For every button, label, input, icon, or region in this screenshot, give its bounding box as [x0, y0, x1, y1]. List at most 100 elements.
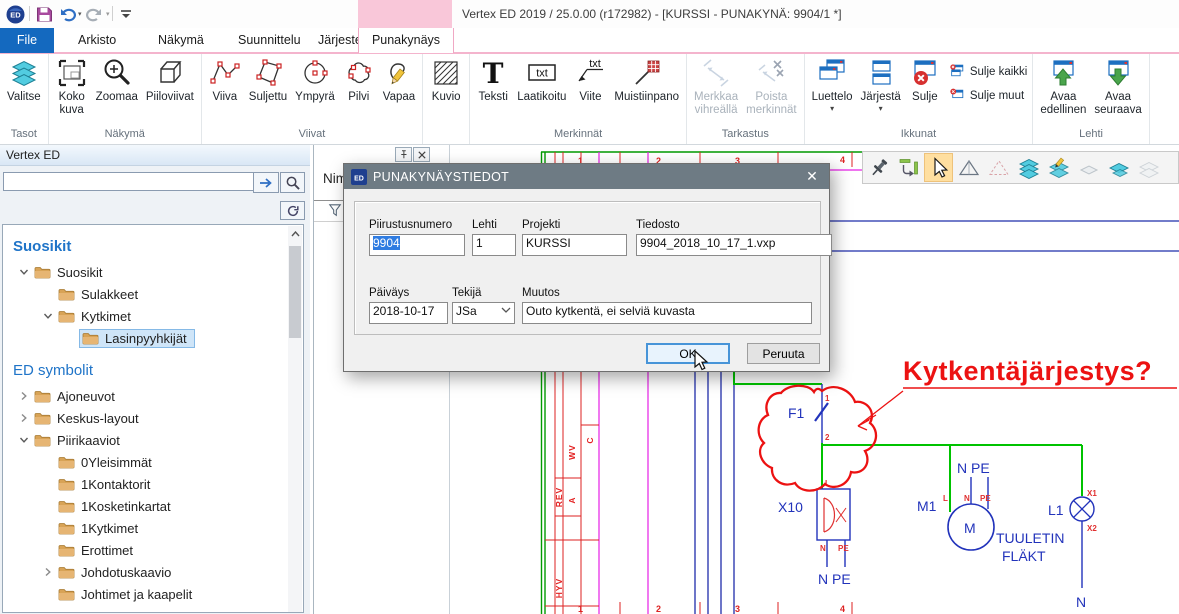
tree-item-ajoneuvot[interactable]: Ajoneuvot — [3, 385, 289, 407]
tab-suunnittelu[interactable]: Suunnittelu — [238, 28, 301, 52]
ribbon-button-viiva[interactable]: Viiva — [206, 55, 244, 104]
chevron-up-icon — [291, 231, 300, 237]
ribbon-group-tarkastus: Merkkaa vihreällä Poista merkinnätTarkas… — [687, 54, 805, 144]
chevron-collapsed-icon[interactable] — [19, 391, 29, 401]
tree-item-1kontaktorit[interactable]: 1Kontaktorit — [3, 473, 289, 495]
chevron-expanded-icon[interactable] — [19, 267, 29, 277]
ribbon-button-teksti[interactable]: T Teksti — [474, 55, 512, 104]
tree-item-sulakkeet[interactable]: Sulakkeet — [3, 283, 289, 305]
tab-file[interactable]: File — [0, 28, 54, 53]
toolbar-layer-single-icon[interactable] — [1074, 153, 1103, 182]
chevron-collapsed-icon[interactable] — [43, 567, 53, 577]
projekti-field[interactable]: KURSSI — [522, 234, 627, 256]
dialog-titlebar[interactable]: ED PUNAKYNÄYSTIEDOT ✕ — [344, 164, 829, 189]
punakynaystiedot-dialog: ED PUNAKYNÄYSTIEDOT ✕ Piirustusnumero Le… — [343, 163, 830, 372]
lehti-field[interactable]: 1 — [472, 234, 516, 256]
ribbon-button-kuvio[interactable]: Kuvio — [427, 55, 465, 104]
tab-punakyn-ys[interactable]: Punakynäys — [358, 28, 454, 53]
ok-button[interactable]: OK — [646, 343, 730, 364]
tree-item-lasinpyyhkij-t[interactable]: Lasinpyyhkijät — [3, 327, 289, 349]
search-input[interactable] — [3, 172, 257, 191]
folder-icon — [34, 266, 51, 279]
redo-button[interactable]: ▾ — [86, 4, 110, 24]
save-button[interactable] — [36, 4, 53, 24]
scroll-up-button[interactable] — [288, 226, 302, 242]
refresh-button[interactable] — [280, 201, 305, 220]
tree-item-0yleisimm-t[interactable]: 0Yleisimmät — [3, 451, 289, 473]
window-title: Vertex ED 2019 / 25.0.00 (r172982) - [KU… — [462, 7, 842, 21]
ribbon-button-avaa-edellinen[interactable]: Avaa edellinen — [1037, 55, 1089, 117]
ribbon-button-sulje-muut[interactable]: Sulje muut — [949, 87, 1028, 104]
toolbar-select-arrow-icon[interactable] — [924, 153, 953, 182]
paivays-field[interactable]: 2018-10-17 — [369, 302, 448, 324]
tree-item-piirikaaviot[interactable]: Piirikaaviot — [3, 429, 289, 451]
ribbon-button-viite[interactable]: txt Viite — [571, 55, 609, 104]
svg-text:txt: txt — [536, 68, 548, 80]
toolbar-triangle-dashed-icon[interactable] — [984, 153, 1013, 182]
customize-icon — [119, 7, 133, 21]
ribbon-button-valitse[interactable]: Valitse — [4, 55, 44, 104]
ribbon-button-jarjesta[interactable]: Järjestä▾ — [858, 55, 904, 113]
chevron-expanded-icon[interactable] — [43, 311, 53, 321]
panel-pin-button[interactable] — [395, 147, 412, 162]
toolbar-pushpin-icon[interactable] — [864, 153, 893, 182]
tree-scrollbar[interactable] — [288, 226, 302, 613]
tree-item-erottimet[interactable]: Erottimet — [3, 539, 289, 561]
toolbar-layers-stack-icon[interactable] — [1014, 153, 1043, 182]
svg-text:M: M — [964, 520, 976, 536]
ribbon-button-zoomaa[interactable]: Zoomaa — [93, 55, 141, 104]
toolbar-place-symbol-icon[interactable] — [894, 153, 923, 182]
tree-item-johtimet-ja-kaapelit[interactable]: Johtimet ja kaapelit — [3, 583, 289, 605]
toolbar-layers-flat-dim-icon[interactable] — [1134, 153, 1163, 182]
ribbon-button-luettelo[interactable]: Luettelo▾ — [809, 55, 856, 113]
tekija-combobox[interactable]: JSa — [452, 302, 515, 324]
tree-item-1kosketinkartat[interactable]: 1Kosketinkartat — [3, 495, 289, 517]
app-logo-icon[interactable]: ED — [6, 4, 25, 24]
tree-item-1kytkimet[interactable]: 1Kytkimet — [3, 517, 289, 539]
tab-arkisto[interactable]: Arkisto — [78, 28, 116, 52]
chevron-expanded-icon[interactable] — [19, 435, 29, 445]
ribbon-button-pilvi[interactable]: Pilvi — [340, 55, 378, 104]
tab-n-kym-[interactable]: Näkymä — [158, 28, 204, 52]
search-button[interactable] — [280, 172, 305, 193]
filter-funnel-icon[interactable] — [328, 203, 342, 223]
svg-text:3: 3 — [735, 604, 740, 614]
ribbon-button-suljettu[interactable]: Suljettu — [246, 55, 290, 104]
tree-item-keskus-layout[interactable]: Keskus-layout — [3, 407, 289, 429]
ribbon-button-sulje-kaikki[interactable]: Sulje kaikki — [949, 63, 1028, 80]
toolbar-triangle-icon[interactable] — [954, 153, 983, 182]
ribbon-button-ympyra[interactable]: Ympyrä — [292, 55, 338, 104]
search-go-button[interactable] — [253, 172, 279, 193]
ribbon-button-merkkaa-vihrealla: Merkkaa vihreällä — [691, 55, 741, 117]
folder-icon — [58, 500, 75, 513]
polyline-icon — [209, 57, 241, 89]
ribbon-button-vapaa[interactable]: Vapaa — [380, 55, 418, 104]
undo-button[interactable]: ▾ — [58, 4, 82, 24]
folder-icon — [58, 588, 75, 601]
boxedtext-icon: txt — [526, 57, 558, 89]
ribbon-button-sulje[interactable]: Sulje — [906, 55, 944, 104]
tiedosto-field[interactable]: 9904_2018_10_17_1.vxp — [636, 234, 832, 256]
ribbon-button-muistiinpano[interactable]: Muistiinpano — [611, 55, 682, 104]
toolbar-layers-edit-icon[interactable] — [1044, 153, 1073, 182]
toolbar-layers-flat-icon[interactable] — [1104, 153, 1133, 182]
ribbon-button-piiloviivat[interactable]: Piiloviivat — [143, 55, 197, 104]
cancel-button[interactable]: Peruuta — [747, 343, 820, 364]
piirustusnumero-field[interactable]: 9904 — [369, 234, 465, 256]
tree-item-kytkimet[interactable]: Kytkimet — [3, 305, 289, 327]
application-window: ED ▾ ▾ Vertex ED 2019 / 25.0.00 (r172982… — [0, 0, 1179, 614]
dialog-close-icon[interactable]: ✕ — [802, 168, 822, 185]
customize-qat-button[interactable] — [119, 4, 133, 24]
svg-text:M1: M1 — [917, 498, 937, 514]
ribbon-button-koko-kuva[interactable]: Koko kuva — [53, 55, 91, 117]
scrollbar-thumb[interactable] — [289, 246, 301, 338]
panel-close-button[interactable] — [413, 147, 430, 162]
svg-text:2: 2 — [825, 433, 830, 442]
folder-icon — [82, 332, 99, 345]
tree-item-suosikit[interactable]: Suosikit — [3, 261, 289, 283]
tree-item-johdotuskaavio[interactable]: Johdotuskaavio — [3, 561, 289, 583]
chevron-collapsed-icon[interactable] — [19, 413, 29, 423]
ribbon-button-avaa-seuraava[interactable]: Avaa seuraava — [1091, 55, 1144, 117]
muutos-field[interactable]: Outo kytkentä, ei selviä kuvasta — [522, 302, 812, 324]
ribbon-button-laatikoitu[interactable]: txt Laatikoitu — [514, 55, 569, 104]
